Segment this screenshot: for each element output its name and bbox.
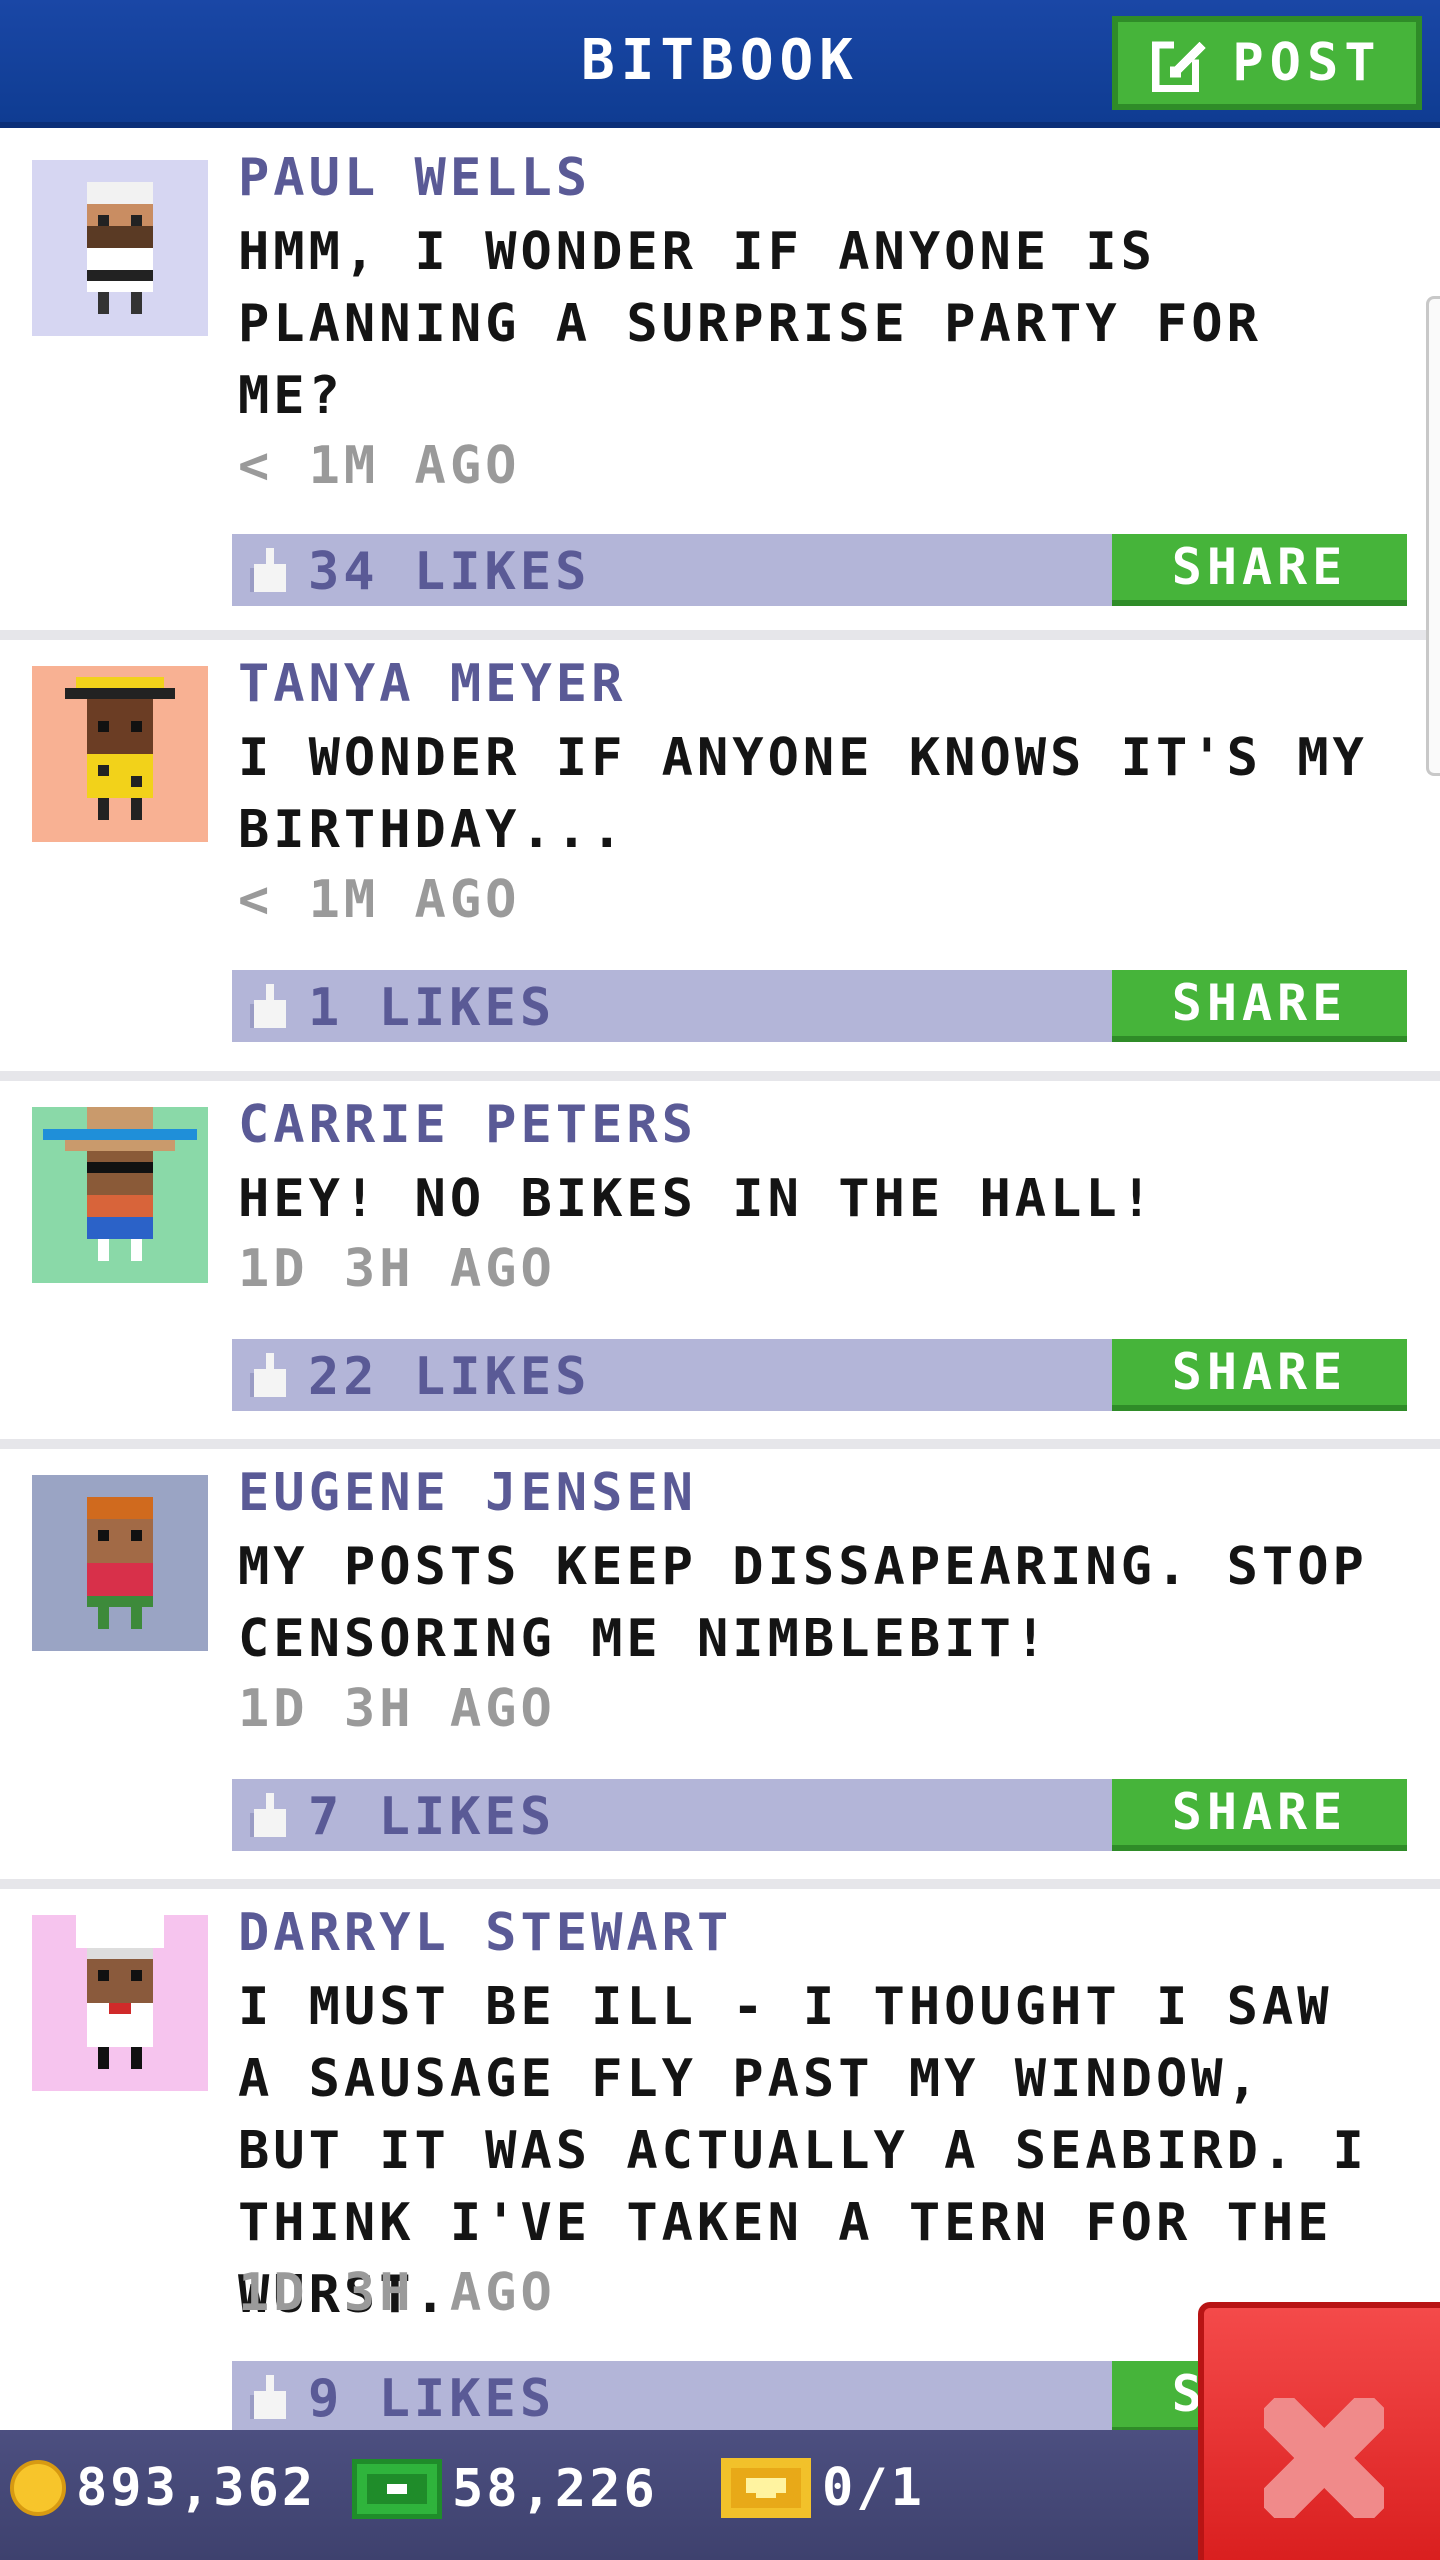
avatar-image <box>32 1915 208 2091</box>
feed-post: EUGENE JENSEN MY POSTS KEEP DISSAPEARING… <box>0 1449 1440 1889</box>
tickets-count: 0/1 <box>822 2458 925 2518</box>
post-time: 1D 3H AGO <box>238 2263 556 2323</box>
post-time: 1D 3H AGO <box>238 1679 556 1739</box>
like-bar[interactable]: 34 LIKES SHARE <box>232 534 1407 606</box>
post-author: PAUL WELLS <box>238 148 592 208</box>
thumbs-up-icon <box>250 2375 286 2419</box>
share-button[interactable]: SHARE <box>1112 1339 1407 1411</box>
thumbs-up-icon <box>250 1353 286 1397</box>
post-time: 1D 3H AGO <box>238 1239 556 1299</box>
avatar-image <box>32 1475 208 1651</box>
avatar[interactable] <box>32 1107 208 1283</box>
avatar[interactable] <box>32 1475 208 1651</box>
avatar[interactable] <box>32 666 208 842</box>
bitbook-screen: BITBOOK POST PAUL WELLS HMM, I WONDER IF… <box>0 0 1440 2560</box>
thumbs-up-icon <box>250 1793 286 1837</box>
post-time: < 1M AGO <box>238 870 521 930</box>
post-message: HEY! NO BIKES IN THE HALL! <box>238 1169 1156 1229</box>
like-bar[interactable]: 1 LIKES SHARE <box>232 970 1407 1042</box>
golden-ticket-icon <box>721 2458 811 2518</box>
post-author: EUGENE JENSEN <box>238 1463 697 1523</box>
scrollbar[interactable] <box>1426 296 1440 776</box>
share-button[interactable]: SHARE <box>1112 534 1407 606</box>
avatar-image <box>32 160 208 336</box>
feed-post: PAUL WELLS HMM, I WONDER IF ANYONE IS PL… <box>0 134 1440 640</box>
coins-count: 893,362 <box>76 2458 317 2518</box>
avatar[interactable] <box>32 1915 208 2091</box>
post-author: TANYA MEYER <box>238 654 627 714</box>
thumbs-up-icon <box>250 548 286 592</box>
like-count: 1 LIKES <box>308 978 556 1038</box>
post-message: I WONDER IF ANYONE KNOWS IT'S MY BIRTHDA… <box>238 728 1368 860</box>
like-bar[interactable]: 7 LIKES SHARE <box>232 1779 1407 1851</box>
thumbs-up-icon <box>250 984 286 1028</box>
like-count: 9 LIKES <box>308 2369 556 2429</box>
post-author: DARRYL STEWART <box>238 1903 733 1963</box>
share-button[interactable]: SHARE <box>1112 1779 1407 1851</box>
like-count: 7 LIKES <box>308 1787 556 1847</box>
avatar-image <box>32 666 208 842</box>
edit-icon <box>1152 37 1207 92</box>
tickets-stat: 0/1 <box>720 2458 925 2518</box>
post-feed[interactable]: PAUL WELLS HMM, I WONDER IF ANYONE IS PL… <box>0 134 1440 2430</box>
coin-icon <box>10 2460 66 2516</box>
feed-post: TANYA MEYER I WONDER IF ANYONE KNOWS IT'… <box>0 640 1440 1081</box>
close-icon <box>1264 2398 1384 2518</box>
avatar-image <box>32 1107 208 1283</box>
post-author: CARRIE PETERS <box>238 1095 697 1155</box>
bux-count: 58,226 <box>452 2459 658 2519</box>
like-count: 22 LIKES <box>308 1347 591 1407</box>
avatar[interactable] <box>32 160 208 336</box>
share-button[interactable]: SHARE <box>1112 970 1407 1042</box>
coins-stat: 893,362 <box>10 2458 316 2518</box>
post-time: < 1M AGO <box>238 436 521 496</box>
post-message: HMM, I WONDER IF ANYONE IS PLANNING A SU… <box>238 222 1262 426</box>
bux-stat: 58,226 <box>352 2458 658 2520</box>
close-button[interactable] <box>1198 2302 1440 2560</box>
header-bar: BITBOOK POST <box>0 0 1440 128</box>
post-button-label: POST <box>1232 33 1382 93</box>
bux-icon <box>352 2459 442 2519</box>
like-bar[interactable]: 22 LIKES SHARE <box>232 1339 1407 1411</box>
feed-post: CARRIE PETERS HEY! NO BIKES IN THE HALL!… <box>0 1081 1440 1449</box>
post-message: MY POSTS KEEP DISSAPEARING. STOP CENSORI… <box>238 1537 1368 1669</box>
post-button[interactable]: POST <box>1112 16 1422 110</box>
like-count: 34 LIKES <box>308 542 591 602</box>
